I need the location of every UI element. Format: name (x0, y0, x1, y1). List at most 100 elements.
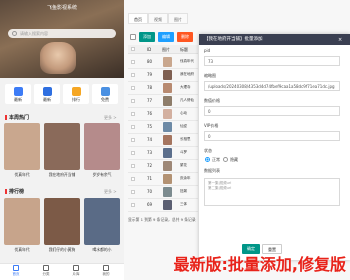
row-checkbox[interactable] (131, 60, 135, 64)
poster-card[interactable] (84, 198, 120, 245)
row-thumbnail (163, 161, 172, 171)
status-hidden-radio[interactable] (223, 157, 228, 162)
row-checkbox[interactable] (131, 125, 135, 129)
row-divider (128, 159, 198, 160)
row-checkbox[interactable] (131, 177, 135, 181)
row-title: 我在地府 (180, 72, 194, 76)
row-checkbox[interactable] (131, 86, 135, 90)
row-id: 79 (147, 72, 153, 77)
tab-category[interactable]: 分类 (34, 265, 58, 277)
row-checkbox[interactable] (131, 138, 135, 142)
tab-mine[interactable]: 我的 (94, 265, 118, 277)
row-thumbnail (163, 57, 172, 67)
category-item[interactable]: 最新 (34, 84, 60, 104)
row-checkbox[interactable] (131, 112, 135, 116)
status-normal-radio[interactable] (205, 157, 210, 162)
search-bar[interactable]: 请输入搜索内容 (8, 29, 116, 38)
row-id: 69 (147, 202, 153, 207)
row-thumbnail (163, 174, 172, 184)
row-checkbox[interactable] (131, 151, 135, 155)
row-title: 大理寺 (180, 85, 191, 89)
row-id: 76 (147, 111, 153, 116)
row-checkbox[interactable] (131, 203, 135, 207)
new-icon (42, 87, 52, 96)
banner-image (40, 42, 76, 74)
row-checkbox[interactable] (131, 99, 135, 103)
category-item[interactable]: 最新 (5, 84, 31, 104)
more-link[interactable]: 更多 > (104, 115, 117, 121)
row-id: 72 (147, 163, 153, 168)
user-icon (103, 265, 109, 271)
category-item[interactable]: 排行 (63, 84, 89, 104)
poster-title: 岁岁有余气 (92, 172, 112, 177)
poster-card[interactable] (4, 198, 40, 245)
row-divider (128, 81, 198, 82)
pagination-info: 显示第 1 到第 9 条记录，总共 9 条记录 (128, 217, 196, 222)
poster-card[interactable] (44, 123, 80, 170)
row-title: 长相思 (180, 137, 191, 141)
tab-image[interactable]: 图片 (168, 13, 188, 24)
column-header-image: 图片 (162, 47, 170, 52)
poster-card[interactable] (84, 123, 120, 170)
column-header-id[interactable]: ID (147, 47, 151, 52)
row-thumbnail (163, 200, 172, 210)
row-title: 庆余年 (180, 176, 191, 180)
row-id: 75 (147, 124, 153, 129)
home-icon (13, 265, 19, 271)
close-icon[interactable]: × (338, 37, 344, 43)
tab-home[interactable]: 首页 (4, 265, 28, 277)
row-thumbnail (163, 148, 172, 158)
tab-home[interactable]: 首页 (128, 13, 148, 24)
poster-card[interactable] (4, 123, 40, 170)
row-checkbox[interactable] (131, 164, 135, 168)
tab-video[interactable]: 视频 (148, 13, 168, 24)
search-placeholder: 请输入搜索内容 (20, 31, 48, 36)
row-divider (128, 211, 198, 212)
mobile-app-screen: 飞鱼影视系统 请输入搜索内容 最新 最新 排行 免费 本周热门 更多 > 伐真年… (0, 0, 124, 280)
row-divider (128, 133, 198, 134)
row-thumbnail (163, 135, 172, 145)
edit-button[interactable]: 编辑 (158, 32, 174, 42)
refresh-icon[interactable] (130, 34, 136, 40)
thumbnail-input[interactable]: /uploads/20240308/4353d4d74fbef9caa1a58d… (204, 81, 340, 91)
row-divider (128, 172, 198, 173)
row-title: 凡人修仙 (180, 98, 194, 102)
field-label: 状态 (204, 148, 212, 153)
row-divider (128, 120, 198, 121)
episode-list-textarea[interactable]: 第一集|视频url 第二集|视频url (204, 178, 340, 206)
row-title: 伐真年代 (180, 59, 194, 63)
more-link[interactable]: 更多 > (104, 189, 117, 195)
column-header-title: 标题 (180, 47, 188, 52)
radio-label: 正常 (212, 157, 220, 162)
poster-card[interactable] (44, 198, 80, 245)
row-thumbnail (163, 187, 172, 197)
row-title: 斗罗 (180, 150, 187, 154)
row-checkbox[interactable] (131, 190, 135, 194)
row-thumbnail (163, 83, 172, 93)
row-id: 74 (147, 137, 153, 142)
poster-title: 我们仔的小黄狗 (48, 247, 76, 252)
poster-title: 伐真年代 (14, 172, 30, 177)
category-item[interactable]: 免费 (92, 84, 118, 104)
field-label: VIP价格 (204, 123, 219, 128)
row-divider (128, 68, 198, 69)
vip-price-input[interactable]: 0 (204, 131, 340, 141)
row-checkbox[interactable] (131, 73, 135, 77)
free-icon (100, 87, 110, 96)
row-divider (128, 185, 198, 186)
pid-input[interactable]: 73 (204, 56, 340, 66)
add-button[interactable]: 添加 (139, 32, 155, 42)
radio-label: 隐藏 (230, 157, 238, 162)
row-id: 71 (147, 176, 153, 181)
field-label: 数据列表 (204, 168, 220, 173)
field-label: 数值价格 (204, 98, 220, 103)
tab-library[interactable]: 片库 (64, 265, 88, 277)
promo-caption: 最新版:批量添加,修复版 (173, 255, 346, 274)
app-title: 飞鱼影视系统 (46, 5, 77, 11)
select-all-checkbox[interactable] (131, 47, 135, 51)
row-thumbnail (163, 109, 172, 119)
row-id: 78 (147, 85, 153, 90)
price-input[interactable]: 0 (204, 106, 340, 116)
row-divider (128, 94, 198, 95)
delete-button[interactable]: 删除 (177, 32, 193, 42)
